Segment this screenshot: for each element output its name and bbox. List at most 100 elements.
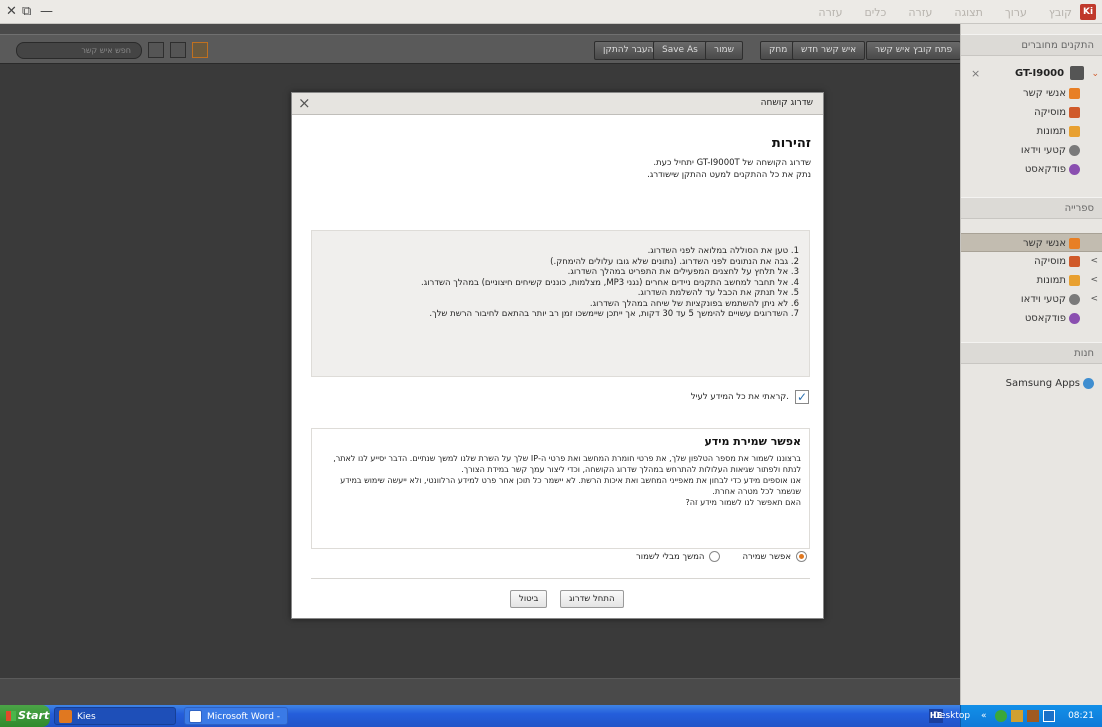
photos-icon: [1069, 125, 1080, 137]
menu-file[interactable]: קובץ: [1049, 6, 1072, 19]
task-kies-label: Kies: [77, 712, 96, 722]
cancel-button[interactable]: ביטול: [510, 590, 548, 608]
start-upgrade-button[interactable]: התחל שדרוג: [560, 590, 624, 608]
library-podcast[interactable]: פודקאסט: [961, 309, 1102, 328]
title-bar: ✕ ⧉ — Ki קובץ ערוך תצוגה עזרה כלים עזרה: [0, 0, 1102, 24]
card-view-icon[interactable]: [192, 42, 208, 58]
samsung-apps-item[interactable]: Samsung Apps: [961, 374, 1102, 393]
detail-view-icon[interactable]: [170, 42, 186, 58]
phone-icon: [1070, 66, 1085, 80]
expand-arrow-icon[interactable]: ⌄: [1091, 69, 1099, 79]
allow-saving-label[interactable]: אפשר שמירה: [742, 552, 791, 562]
start-label: Start: [18, 709, 50, 722]
continue-without-saving-label[interactable]: המשך מבלי לשמור: [636, 552, 704, 562]
warning-text: שדרוג הקושחה של GT-I9000T יתחיל כעת. נתק…: [311, 157, 811, 181]
menu-bar: Ki קובץ ערוך תצוגה עזרה כלים עזרה: [796, 0, 1102, 24]
read-info-label: קראתי את כל המידע לעיל.: [690, 392, 789, 402]
close-dialog-icon[interactable]: ×: [298, 94, 311, 112]
library-photos-label: תמונות: [1036, 275, 1066, 286]
tray-app-icon[interactable]: [995, 710, 1007, 722]
device-videos-label: קטעי וידאו: [1020, 145, 1066, 156]
tray-info-icon[interactable]: [1043, 710, 1055, 722]
clock: 08:21: [1068, 711, 1094, 721]
new-contact-button[interactable]: איש קשר חדש: [792, 41, 866, 60]
tray-settings-icon[interactable]: [1027, 710, 1039, 722]
library-videos-label: קטעי וידאו: [1020, 294, 1066, 305]
menu-edit[interactable]: ערוך: [1005, 6, 1027, 19]
store-header: חנות: [961, 342, 1102, 364]
step-item: 4. אל תחבר למחשב התקנים ניידים אחרים (נג…: [421, 277, 799, 288]
library-contacts[interactable]: אנשי קשר: [961, 233, 1102, 252]
chevron-left-icon[interactable]: <: [1090, 290, 1098, 309]
library-music[interactable]: < מוסיקה: [961, 252, 1102, 271]
podcast-icon: [1069, 312, 1080, 324]
privacy-line: לנתח ולפתור שגיאות העלולות להתרחש במהלך …: [461, 465, 801, 474]
chevron-left-icon[interactable]: <: [1090, 252, 1098, 271]
menu-tools[interactable]: כלים: [864, 6, 886, 19]
device-music[interactable]: מוסיקה: [961, 103, 1080, 122]
device-item[interactable]: × GT-I9000 ⌄: [961, 64, 1102, 84]
device-photos[interactable]: תמונות: [961, 122, 1080, 141]
library-videos[interactable]: < קטעי וידאו: [961, 290, 1102, 309]
start-button[interactable]: Start: [0, 705, 50, 727]
music-icon: [1069, 255, 1080, 267]
task-word[interactable]: Microsoft Word - Docum...: [184, 707, 288, 725]
allow-saving-radio[interactable]: [796, 551, 807, 562]
disconnect-device-icon[interactable]: ×: [971, 64, 980, 83]
tray-network-icon[interactable]: [1011, 710, 1023, 722]
read-info-checkbox[interactable]: ✓: [795, 390, 809, 404]
step-item: 2. גבה את הנתונים לפני השדרוג. (נתונים ש…: [550, 256, 799, 267]
kies-task-icon: [59, 710, 72, 723]
library-contacts-label: אנשי קשר: [1022, 238, 1066, 249]
video-icon: [1069, 144, 1080, 156]
continue-without-saving-radio[interactable]: [709, 551, 721, 562]
device-contacts-label: אנשי קשר: [1022, 88, 1066, 99]
toolbar-top-strip: [0, 24, 960, 34]
podcast-icon: [1069, 163, 1080, 175]
list-view-icon[interactable]: [148, 42, 164, 58]
read-info-checkbox-row[interactable]: ✓ קראתי את כל המידע לעיל.: [691, 390, 809, 404]
menu-help[interactable]: עזרה: [908, 6, 932, 19]
desktop-toolbar-label[interactable]: Desktop: [933, 705, 970, 727]
device-podcast[interactable]: פודקאסט: [961, 160, 1080, 179]
upgrade-steps-box: 1. טען את הסוללה במלואה לפני השדרוג. 2. …: [311, 230, 810, 377]
step-item: 7. השדרוגים עשויים להימשך 5 עד 30 דקות, …: [429, 309, 799, 319]
library-podcast-label: פודקאסט: [1024, 313, 1066, 324]
privacy-line: שנשמר לכל מטרה אחרת.: [712, 487, 801, 496]
minimize-window-icon[interactable]: —: [40, 4, 53, 19]
word-task-icon: [189, 710, 202, 723]
device-podcast-label: פודקאסט: [1024, 164, 1066, 175]
device-videos[interactable]: קטעי וידאו: [961, 141, 1080, 160]
library-photos[interactable]: < תמונות: [961, 271, 1102, 290]
warning-title: זהירות: [771, 136, 811, 151]
restore-window-icon[interactable]: ⧉: [22, 4, 31, 19]
contacts-icon: [1069, 87, 1080, 99]
delete-button[interactable]: מחק: [760, 41, 797, 60]
privacy-line: ברצוננו לשמור את מספר הטלפון שלך, את פרט…: [333, 454, 801, 463]
task-kies[interactable]: Kies: [54, 707, 176, 725]
tray-chevron-icon[interactable]: «: [981, 705, 987, 727]
search-input[interactable]: חפש איש קשר: [16, 42, 142, 59]
kies-logo-icon: Ki: [1080, 4, 1096, 20]
warning-line: נתק את כל ההתקנים למעט ההתקן שישודרג.: [647, 170, 811, 180]
taskbar: Start Kies Microsoft Word - Docum... HE …: [0, 705, 1102, 727]
firmware-upgrade-dialog: × שדרוג קושחה זהירות שדרוג הקושחה של GT-…: [291, 92, 824, 619]
device-contacts[interactable]: אנשי קשר: [961, 84, 1080, 103]
warning-line: שדרוג הקושחה של GT-I9000T יתחיל כעת.: [653, 158, 811, 168]
contacts-icon: [1069, 237, 1080, 249]
video-icon: [1069, 293, 1080, 305]
save-button[interactable]: שמור: [705, 41, 744, 60]
open-contacts-file-button[interactable]: פתח קובץ איש קשר: [866, 41, 962, 60]
step-item: 5. אל תנתק את הכבל עד להשלמת השדרוג.: [637, 288, 799, 298]
menu-help-2[interactable]: עזרה: [818, 6, 842, 19]
privacy-radio-group: אפשר שמירה המשך מבלי לשמור: [614, 551, 807, 562]
chevron-left-icon[interactable]: <: [1090, 271, 1098, 290]
privacy-line: אנו אוספים מידע כדי לבחון את מאפייני המח…: [340, 476, 801, 485]
save-as-button[interactable]: Save As: [653, 41, 707, 60]
dialog-title: שדרוג קושחה: [760, 98, 813, 108]
music-icon: [1069, 106, 1080, 118]
close-window-icon[interactable]: ✕: [6, 4, 17, 19]
step-item: 1. טען את הסוללה במלואה לפני השדרוג.: [647, 246, 799, 256]
dialog-titlebar: × שדרוג קושחה: [292, 93, 823, 115]
menu-view[interactable]: תצוגה: [954, 6, 982, 19]
